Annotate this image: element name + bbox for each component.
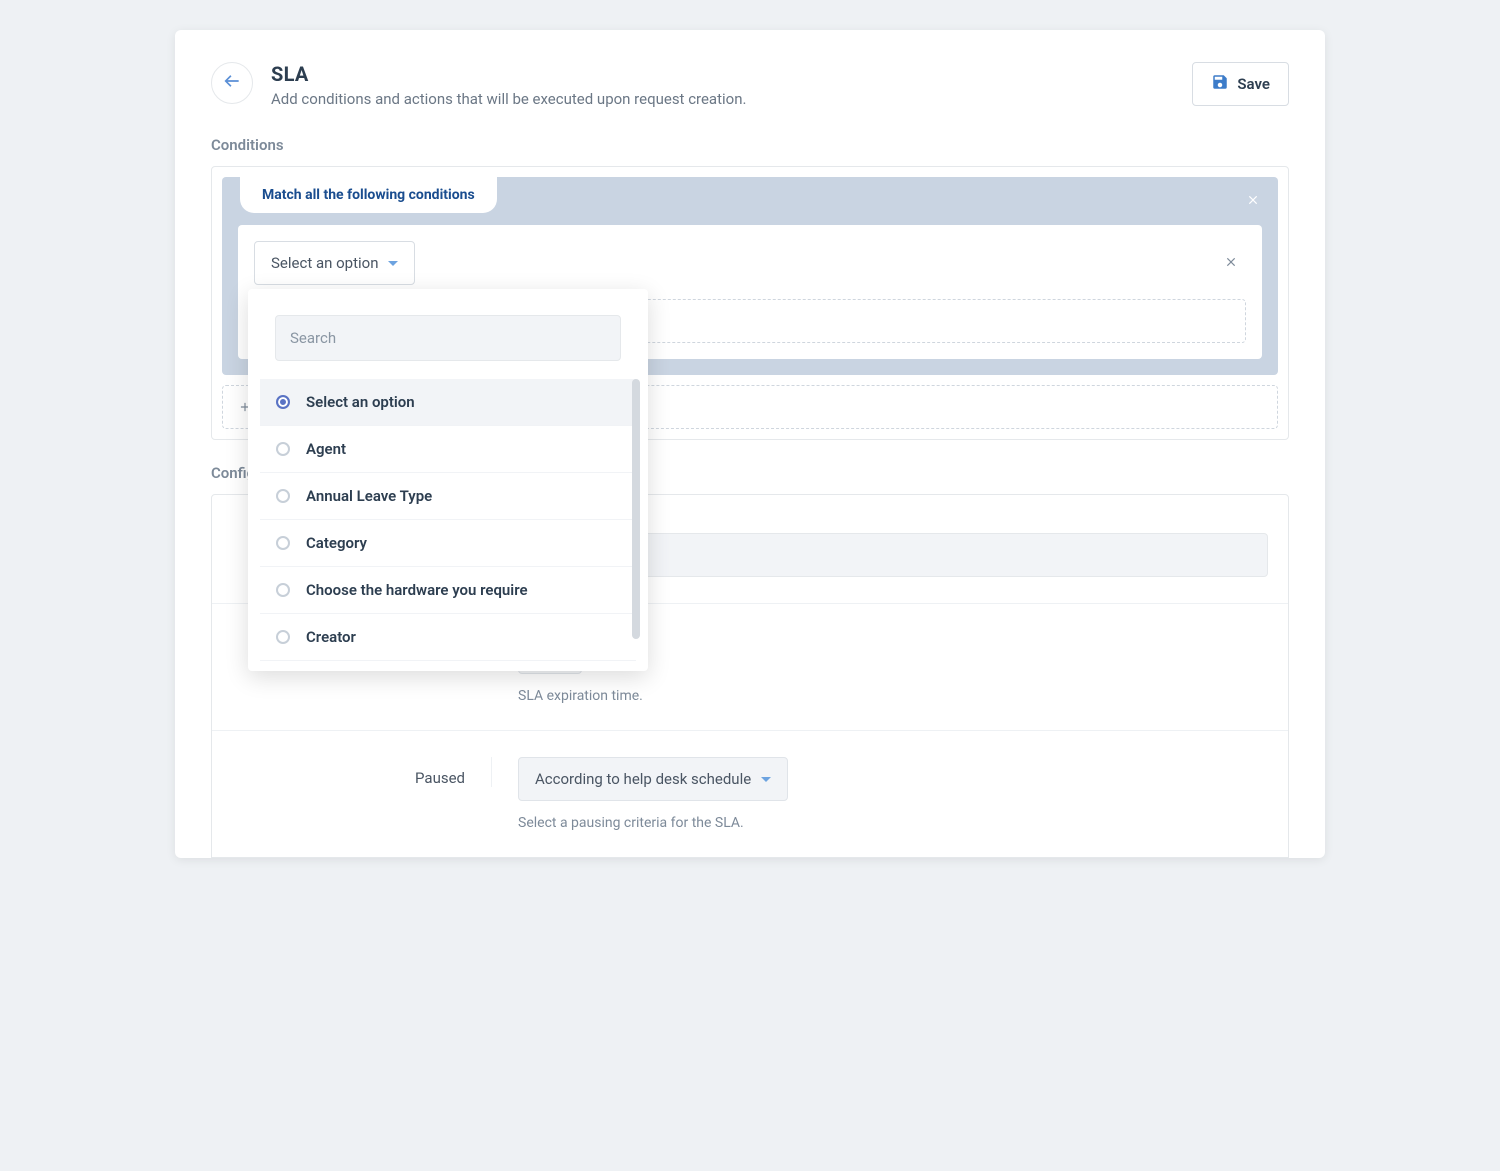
dropdown-option-label: Select an option — [306, 393, 415, 411]
remove-condition-button[interactable] — [1216, 250, 1246, 277]
dropdown-option-label: Creator — [306, 628, 356, 646]
conditions-panel: Match all the following conditions Selec… — [211, 166, 1289, 440]
config-row-paused: Paused According to help desk schedule S… — [212, 731, 1288, 857]
dropdown-option-annual-leave-type[interactable]: Annual Leave Type — [260, 473, 636, 520]
back-button[interactable] — [211, 62, 253, 104]
select-value: Select an option — [271, 254, 378, 272]
dropdown-option-label: Annual Leave Type — [306, 487, 432, 505]
dropdown-option-choose-hardware[interactable]: Choose the hardware you require — [260, 567, 636, 614]
paused-helper-text: Select a pausing criteria for the SLA. — [518, 815, 1268, 831]
dropdown-options-list: Select an option Agent Annual Leave Type… — [260, 379, 636, 661]
chevron-down-icon — [388, 261, 398, 266]
dropdown-search-input[interactable] — [275, 315, 621, 361]
match-tab[interactable]: Match all the following conditions — [240, 177, 497, 213]
condition-field-dropdown: Select an option Agent Annual Leave Type… — [248, 289, 648, 671]
back-arrow-icon — [222, 71, 242, 95]
page-subtitle: Add conditions and actions that will be … — [271, 90, 746, 108]
expiration-helper-text: SLA expiration time. — [518, 688, 1268, 704]
close-match-block-button[interactable] — [1246, 191, 1260, 212]
save-icon — [1211, 73, 1229, 95]
radio-icon — [276, 489, 290, 503]
config-label-paused: Paused — [232, 757, 492, 787]
scrollbar[interactable] — [632, 379, 640, 639]
save-button-label: Save — [1237, 75, 1270, 93]
save-button[interactable]: Save — [1192, 62, 1289, 106]
dropdown-option-creator[interactable]: Creator — [260, 614, 636, 661]
condition-field-select[interactable]: Select an option — [254, 241, 415, 285]
dropdown-option-label: Choose the hardware you require — [306, 581, 528, 599]
radio-icon — [276, 630, 290, 644]
paused-select-value: According to help desk schedule — [535, 770, 751, 788]
paused-select[interactable]: According to help desk schedule — [518, 757, 788, 801]
dropdown-option-agent[interactable]: Agent — [260, 426, 636, 473]
dropdown-option-label: Agent — [306, 440, 346, 458]
page-title: SLA — [271, 62, 746, 86]
conditions-section-label: Conditions — [211, 136, 1289, 154]
dropdown-option-label: Category — [306, 534, 367, 552]
radio-icon — [276, 536, 290, 550]
chevron-down-icon — [761, 777, 771, 782]
dropdown-option-select-an-option[interactable]: Select an option — [260, 379, 636, 426]
dropdown-option-category[interactable]: Category — [260, 520, 636, 567]
radio-icon — [276, 395, 290, 409]
radio-icon — [276, 583, 290, 597]
radio-icon — [276, 442, 290, 456]
